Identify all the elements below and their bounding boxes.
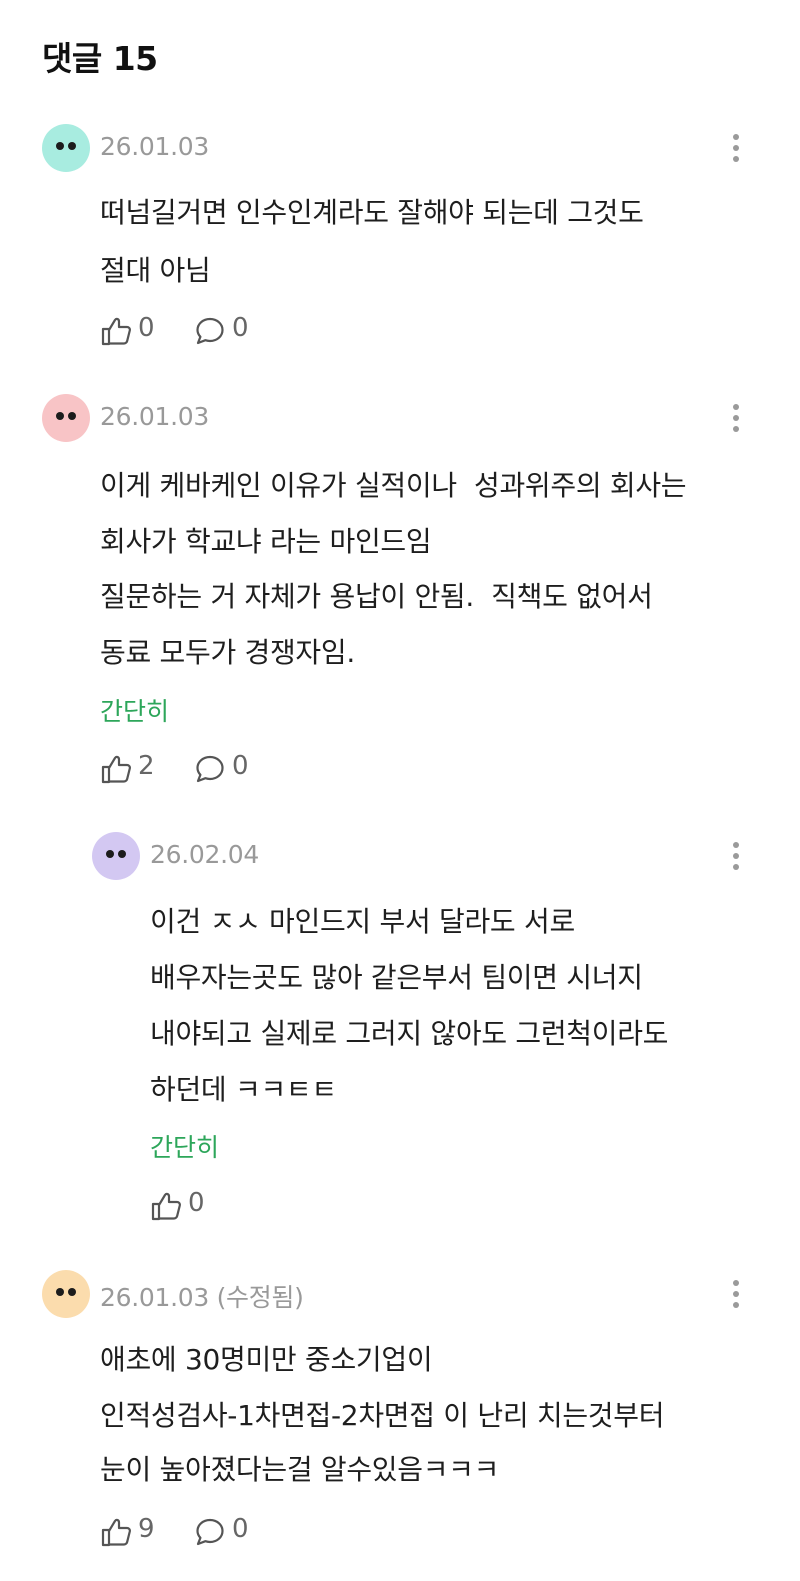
more-vertical-icon[interactable] (726, 1278, 746, 1312)
avatar-eye (106, 850, 114, 858)
comment-text-line: 하던데 ㅋㅋㅌㅌ (150, 1073, 337, 1106)
thumbs-up-icon (101, 1518, 131, 1547)
comments-title: 댓글 15 (42, 39, 158, 78)
comment-text-line: 내야되고 실제로 그러지 않아도 그런척이라도 (150, 1017, 669, 1050)
comment-text-line: 인적성검사-1차면접-2차면접 이 난리 치는것부터 (100, 1399, 665, 1432)
thumbs-up-icon (101, 317, 131, 346)
comment-text-line: 배우자는곳도 많아 같은부서 팀이면 시너지 (150, 961, 643, 994)
avatar-eye (68, 1288, 76, 1296)
comment-text-line: 회사가 학교냐 라는 마인드임 (100, 525, 432, 558)
more-vertical-icon[interactable] (726, 840, 746, 874)
comment-text-line: 눈이 높아졌다는걸 알수있음ㅋㅋㅋ (100, 1453, 500, 1486)
avatar-eye (56, 142, 64, 150)
like-count: 2 (138, 751, 155, 781)
reply-count: 0 (232, 313, 249, 343)
comment-date: 26.01.03 (수정됨) (100, 1283, 304, 1312)
thumbs-up-icon (101, 755, 131, 784)
collapse-link[interactable]: 간단히 (100, 692, 169, 728)
comment-text-line: 이건 ㅈㅅ 마인드지 부서 달라도 서로 (150, 905, 575, 938)
comment-date: 26.02.04 (150, 840, 259, 869)
like-count: 0 (188, 1188, 205, 1218)
comment-text-line: 질문하는 거 자체가 용납이 안됨. 직책도 없어서 (100, 580, 653, 613)
comment-text-line: 떠넘길거면 인수인계라도 잘해야 되는데 그것도 (100, 196, 644, 229)
avatar[interactable] (42, 124, 90, 172)
avatar-eye (68, 412, 76, 420)
comment-text-line: 동료 모두가 경쟁자임. (100, 636, 355, 669)
like-button[interactable]: 0 (100, 313, 170, 349)
comment-date: 26.01.03 (100, 132, 209, 161)
like-button[interactable]: 0 (150, 1188, 220, 1224)
collapse-link[interactable]: 간단히 (150, 1128, 219, 1164)
avatar[interactable] (92, 832, 140, 880)
thumbs-up-icon (151, 1192, 181, 1221)
like-button[interactable]: 9 (100, 1514, 170, 1550)
speech-bubble-icon (196, 755, 224, 783)
comment-text-line: 절대 아님 (100, 254, 211, 287)
reply-button[interactable]: 0 (194, 751, 264, 787)
speech-bubble-icon (196, 1518, 224, 1546)
speech-bubble-icon (196, 317, 224, 345)
reply-count: 0 (232, 1514, 249, 1544)
avatar-eye (56, 1288, 64, 1296)
reply-button[interactable]: 0 (194, 1514, 264, 1550)
avatar-eye (56, 412, 64, 420)
comment-date: 26.01.03 (100, 402, 209, 431)
avatar-eye (68, 142, 76, 150)
reply-button[interactable]: 0 (194, 313, 264, 349)
avatar-eye (118, 850, 126, 858)
more-vertical-icon[interactable] (726, 402, 746, 436)
comment-text-line: 이게 케바케인 이유가 실적이나 성과위주의 회사는 (100, 469, 687, 502)
comment-text-line: 애초에 30명미만 중소기업이 (100, 1343, 433, 1376)
like-count: 0 (138, 313, 155, 343)
reply-count: 0 (232, 751, 249, 781)
more-vertical-icon[interactable] (726, 132, 746, 166)
like-count: 9 (138, 1514, 155, 1544)
avatar[interactable] (42, 394, 90, 442)
like-button[interactable]: 2 (100, 751, 170, 787)
avatar[interactable] (42, 1270, 90, 1318)
